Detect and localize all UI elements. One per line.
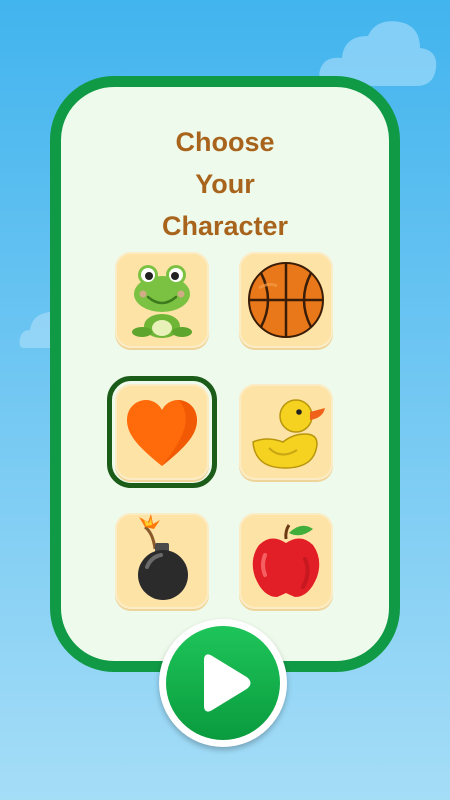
play-button-face (166, 626, 280, 740)
title-line-3: Character (161, 211, 289, 241)
title-line-2: Your (195, 169, 255, 199)
play-button[interactable] (159, 619, 287, 747)
character-tile-bomb[interactable] (115, 513, 209, 609)
basketball-icon (248, 262, 324, 338)
play-icon (204, 654, 251, 712)
bomb-icon (138, 514, 188, 600)
rubber-duck-icon (252, 399, 325, 469)
apple-icon (252, 524, 320, 597)
character-panel: Choose Your Character (50, 76, 400, 672)
character-tile-heart[interactable] (107, 376, 217, 488)
frog-icon (132, 265, 192, 338)
character-tile-apple[interactable] (239, 513, 333, 609)
title-line-1: Choose (175, 127, 275, 157)
character-tile-frog[interactable] (115, 252, 209, 348)
character-tile-rubber-duck[interactable] (239, 384, 333, 480)
page-title: Choose Your Character (61, 121, 389, 247)
character-tile-basketball[interactable] (239, 252, 333, 348)
heart-icon (127, 400, 197, 466)
